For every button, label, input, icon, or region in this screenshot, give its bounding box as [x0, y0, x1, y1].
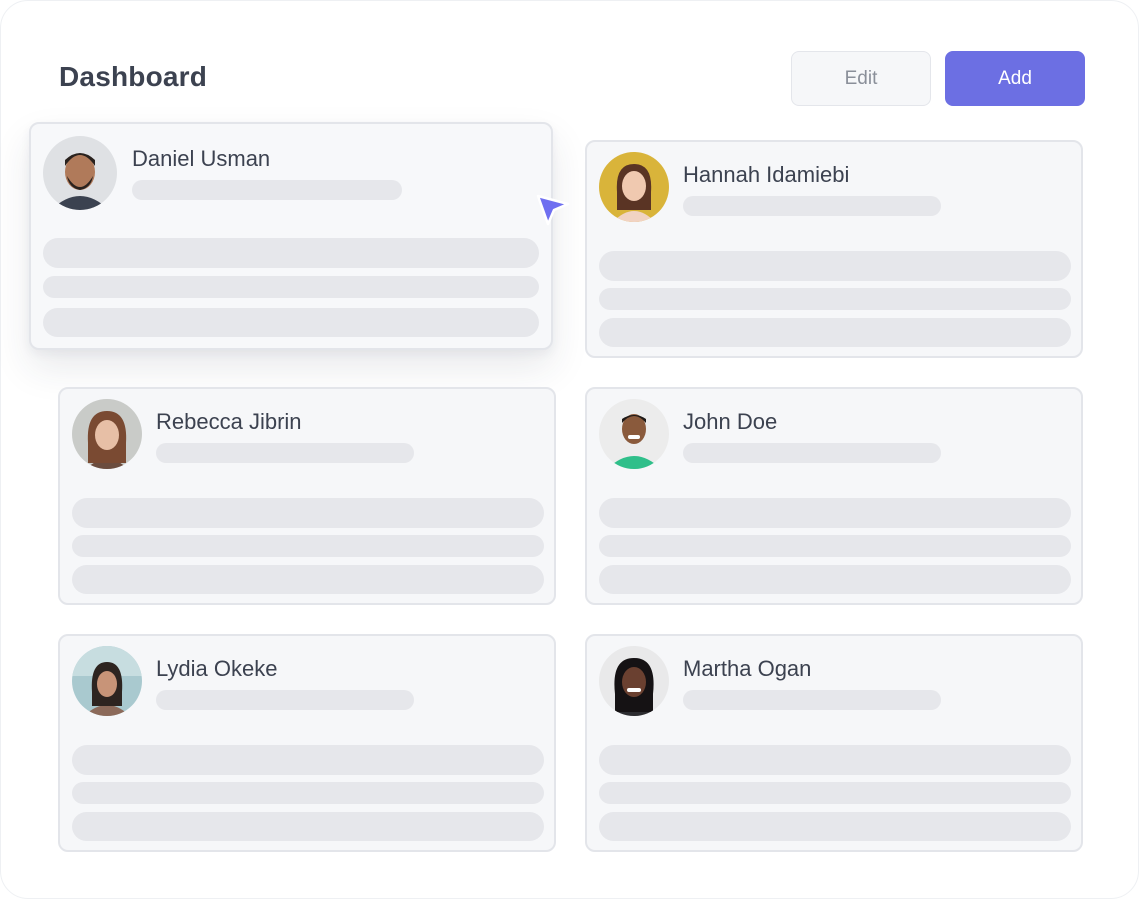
profile-card-daniel-usman[interactable]: Daniel Usman	[29, 122, 553, 350]
skeleton-line	[599, 745, 1071, 775]
pointer-cursor-icon	[534, 192, 572, 228]
skeleton-line	[43, 308, 539, 337]
skeleton-line	[599, 318, 1071, 347]
avatar	[599, 399, 669, 469]
edit-button[interactable]: Edit	[791, 51, 931, 106]
skeleton-line	[72, 535, 544, 557]
skeleton-subtitle	[683, 443, 941, 463]
skeleton-line	[72, 782, 544, 804]
page-title: Dashboard	[59, 61, 208, 92]
skeleton-line	[599, 782, 1071, 804]
profile-card-john-doe[interactable]: John Doe	[585, 387, 1083, 605]
skeleton-line	[72, 745, 544, 775]
profile-card-lydia-okeke[interactable]: Lydia Okeke	[58, 634, 556, 852]
skeleton-line	[72, 565, 544, 594]
add-button[interactable]: Add	[945, 51, 1085, 106]
skeleton-line	[43, 276, 539, 298]
skeleton-subtitle	[132, 180, 402, 200]
card-name: Martha Ogan	[683, 656, 812, 681]
avatar	[599, 646, 669, 716]
skeleton-line	[599, 535, 1071, 557]
profile-card-hannah-idamiebi[interactable]: Hannah Idamiebi	[585, 140, 1083, 358]
skeleton-line	[599, 565, 1071, 594]
skeleton-subtitle	[156, 690, 414, 710]
avatar	[599, 152, 669, 222]
skeleton-line	[599, 288, 1071, 310]
card-name: John Doe	[683, 409, 778, 434]
card-name: Daniel Usman	[132, 146, 271, 171]
card-name: Hannah Idamiebi	[683, 162, 850, 187]
avatar	[72, 646, 142, 716]
skeleton-subtitle	[683, 196, 941, 216]
skeleton-line	[599, 812, 1071, 841]
profile-card-martha-ogan[interactable]: Martha Ogan	[585, 634, 1083, 852]
skeleton-line	[599, 251, 1071, 281]
avatar	[43, 136, 117, 210]
skeleton-line	[599, 498, 1071, 528]
skeleton-line	[72, 498, 544, 528]
skeleton-line	[72, 812, 544, 841]
skeleton-subtitle	[683, 690, 941, 710]
avatar	[72, 399, 142, 469]
dashboard-frame: Dashboard Edit Add Daniel Usman Hannah I…	[0, 0, 1139, 899]
card-name: Rebecca Jibrin	[156, 409, 302, 434]
skeleton-subtitle	[156, 443, 414, 463]
card-name: Lydia Okeke	[156, 656, 278, 681]
skeleton-line	[43, 238, 539, 268]
profile-card-rebecca-jibrin[interactable]: Rebecca Jibrin	[58, 387, 556, 605]
